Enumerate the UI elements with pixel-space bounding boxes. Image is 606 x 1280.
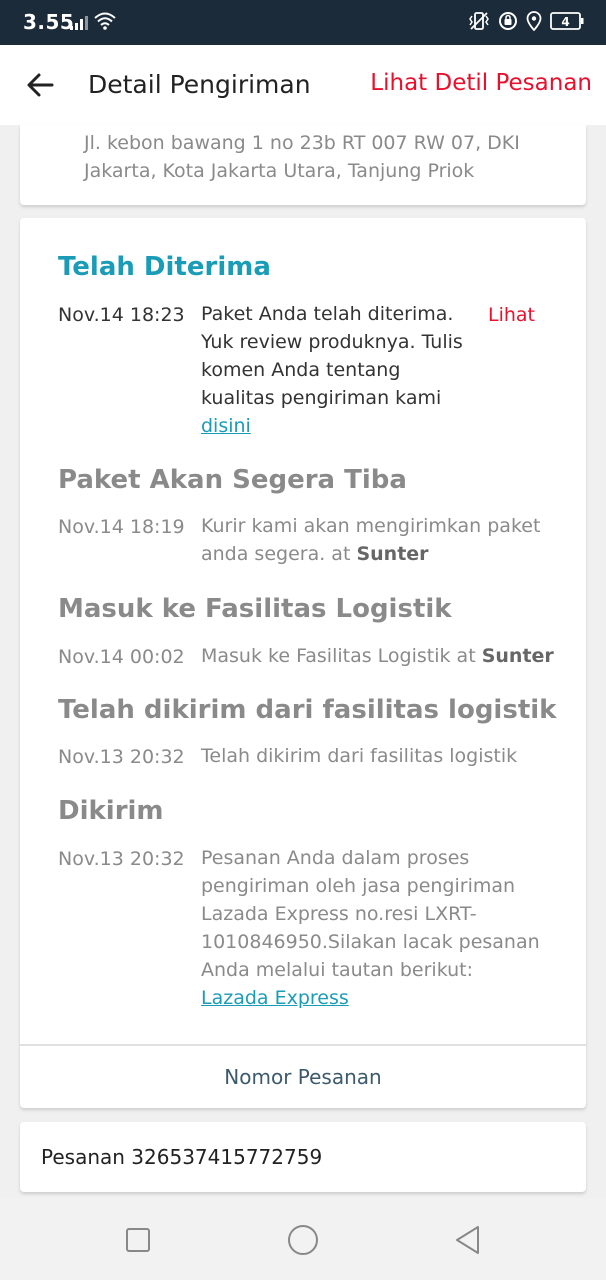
event-description: Masuk ke Fasilitas Logistik at Sunter	[201, 642, 571, 670]
event-description: Pesanan Anda dalam proses pengiriman ole…	[201, 844, 546, 1012]
battery-level: 4	[561, 15, 569, 29]
event-title: Dikirim	[58, 796, 164, 826]
order-number-button[interactable]: Nomor Pesanan	[20, 1046, 586, 1108]
home-icon[interactable]	[285, 1222, 321, 1258]
tracking-timeline-card: Telah Diterima Nov.14 18:23 Paket Anda t…	[20, 218, 586, 1108]
event-title: Telah Diterima	[58, 252, 271, 282]
review-link[interactable]: disini	[201, 415, 251, 437]
event-description-text: Paket Anda telah diterima. Yuk review pr…	[201, 303, 463, 409]
event-time: Nov.14 18:23	[58, 304, 185, 326]
event-title: Masuk ke Fasilitas Logistik	[58, 594, 452, 624]
event-title: Telah dikirim dari fasilitas logistik	[58, 695, 557, 725]
address-card: Jl. kebon bawang 1 no 23b RT 007 RW 07, …	[20, 125, 586, 205]
status-time: 3.55	[23, 10, 75, 34]
recent-apps-icon[interactable]	[120, 1222, 156, 1258]
event-title: Paket Akan Segera Tiba	[58, 465, 407, 495]
battery-icon: 4	[550, 12, 584, 30]
data-saver-icon	[499, 12, 517, 30]
app-bar: Detail Pengiriman Lihat Detil Pesanan	[0, 45, 606, 125]
back-arrow-icon[interactable]	[22, 67, 58, 103]
order-number-text: Pesanan 326537415772759	[41, 1145, 323, 1169]
back-nav-icon[interactable]	[450, 1222, 486, 1258]
page-title: Detail Pengiriman	[88, 70, 311, 99]
event-location: Sunter	[481, 645, 554, 667]
view-order-details-link[interactable]: Lihat Detil Pesanan	[370, 70, 592, 96]
event-time: Nov.13 20:32	[58, 848, 185, 870]
event-time: Nov.13 20:32	[58, 746, 185, 768]
status-bar: 3.55 4	[0, 0, 606, 45]
event-description: Paket Anda telah diterima. Yuk review pr…	[201, 300, 466, 440]
event-location: Sunter	[356, 543, 429, 565]
signal-icon	[70, 16, 88, 30]
view-proof-link[interactable]: Lihat	[488, 304, 535, 326]
event-description-text: Pesanan Anda dalam proses pengiriman ole…	[201, 847, 540, 981]
location-icon	[526, 11, 542, 31]
event-time: Nov.14 18:19	[58, 516, 185, 538]
courier-tracking-link[interactable]: Lazada Express	[201, 987, 349, 1009]
wifi-icon	[94, 12, 116, 30]
event-description: Telah dikirim dari fasilitas logistik	[201, 745, 518, 767]
event-time: Nov.14 00:02	[58, 646, 185, 668]
event-description-text: Masuk ke Fasilitas Logistik at	[201, 645, 476, 667]
shipping-address: Jl. kebon bawang 1 no 23b RT 007 RW 07, …	[84, 132, 520, 182]
system-navigation-bar	[0, 1198, 606, 1280]
event-description: Kurir kami akan mengirimkan paket anda s…	[201, 512, 551, 568]
order-number-card: Pesanan 326537415772759	[20, 1122, 586, 1192]
vibrate-icon	[469, 12, 489, 30]
